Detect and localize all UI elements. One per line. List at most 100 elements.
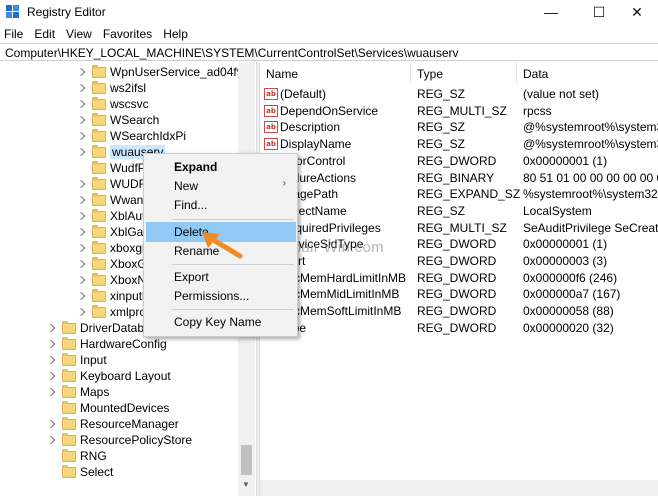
folder-icon	[62, 432, 76, 446]
value-row[interactable]: abRequiredPrivilegesREG_MULTI_SZSeAuditP…	[260, 220, 658, 237]
menu-item-permissions[interactable]: Permissions...	[146, 286, 296, 306]
folder-icon	[92, 160, 106, 174]
chevron-right-icon[interactable]	[78, 212, 86, 220]
menu-view[interactable]: View	[62, 25, 99, 43]
maximize-button[interactable]: ☐	[578, 0, 620, 24]
tree-item[interactable]: MountedDevices	[62, 400, 169, 416]
chevron-right-icon[interactable]	[48, 324, 56, 332]
tree-item[interactable]: ws2ifsl	[78, 80, 146, 96]
chevron-right-icon[interactable]	[78, 276, 86, 284]
tree-item[interactable]: Select	[62, 464, 113, 480]
values-list: Name Type Data ab (Default) REG_SZ (value n…	[260, 62, 658, 496]
value-type: REG_DWORD	[417, 304, 497, 319]
chevron-right-icon[interactable]	[78, 148, 86, 156]
value-row[interactable]: 011SvcMemSoftLimitInMBREG_DWORD0x0000005…	[260, 303, 658, 320]
chevron-right-icon[interactable]	[78, 100, 86, 108]
menu-edit[interactable]: Edit	[30, 25, 62, 43]
value-name: SvcMemHardLimitInMB	[280, 270, 407, 285]
tree-item[interactable]: RNG	[62, 448, 107, 464]
tree-item-label: Maps	[80, 385, 110, 399]
chevron-right-icon[interactable]	[78, 292, 86, 300]
tree-item[interactable]: Maps	[48, 384, 109, 400]
tree-item[interactable]: wscsvc	[78, 96, 149, 112]
menu-item-export[interactable]: Export	[146, 267, 296, 287]
menu-favorites[interactable]: Favorites	[99, 25, 159, 43]
chevron-right-icon[interactable]	[48, 340, 56, 348]
menu-item-expand[interactable]: Expand	[146, 157, 296, 177]
value-row[interactable]: ab (Default) REG_SZ (value not set)	[260, 86, 658, 103]
chevron-right-icon[interactable]	[78, 132, 86, 140]
tree-item[interactable]: ResourceManager	[48, 416, 179, 432]
value-row[interactable]: 011ErrorControlREG_DWORD0x00000001 (1)	[260, 153, 658, 170]
address-bar[interactable]: Computer\HKEY_LOCAL_MACHINE\SYSTEM\Curre…	[0, 43, 658, 61]
value-row[interactable]: abObjectNameREG_SZLocalSystem	[260, 203, 658, 220]
folder-icon	[92, 224, 106, 238]
chevron-right-icon[interactable]	[48, 420, 56, 428]
tree-item[interactable]: WpnUserService_ad04f9	[78, 64, 243, 80]
minimize-button[interactable]: —	[530, 0, 572, 24]
chevron-right-icon[interactable]	[78, 180, 86, 188]
tree-item[interactable]: xmlprov	[78, 304, 152, 320]
tree-item[interactable]: WSearchIdxPi	[78, 128, 186, 144]
chevron-right-icon[interactable]	[48, 372, 56, 380]
chevron-right-icon[interactable]	[48, 436, 56, 444]
value-data: 0x00000001 (1)	[523, 237, 608, 252]
value-name: SvcMemSoftLimitInMB	[280, 304, 402, 319]
registry-editor-icon	[6, 5, 19, 18]
tree-item-label: MountedDevices	[80, 401, 170, 415]
value-row[interactable]: 011FailureActionsREG_BINARY80 51 01 00 0…	[260, 170, 658, 187]
chevron-right-icon[interactable]	[78, 244, 86, 252]
menu-item-copy-key-name[interactable]: Copy Key Name	[146, 312, 296, 332]
value-row[interactable]: 011SvcMemMidLimitInMBREG_DWORD0x000000a7…	[260, 286, 658, 303]
close-button[interactable]: ✕	[616, 0, 658, 24]
tree-item-label: ws2ifsl	[110, 81, 147, 95]
value-data: 0x00000058 (88)	[523, 304, 614, 319]
folder-icon	[92, 304, 106, 318]
chevron-right-icon[interactable]	[48, 356, 56, 364]
value-name: (Default)	[280, 87, 327, 101]
value-data: 0x00000001 (1)	[523, 153, 608, 168]
scroll-down-icon[interactable]: ▼	[242, 480, 250, 489]
tree-item[interactable]: WSearch	[78, 112, 159, 128]
title-bar: Registry Editor — ☐ ✕	[0, 0, 658, 24]
chevron-right-icon[interactable]	[78, 84, 86, 92]
column-header-name[interactable]: Name	[260, 62, 411, 84]
column-header-type[interactable]: Type	[411, 62, 517, 84]
tree-item[interactable]: Keyboard Layout	[48, 368, 171, 384]
value-data: SeAuditPrivilege SeCreateGlo	[523, 220, 658, 235]
chevron-right-icon[interactable]	[78, 116, 86, 124]
column-header-data[interactable]: Data	[517, 62, 658, 84]
value-row[interactable]: 011TypeREG_DWORD0x00000020 (32)	[260, 320, 658, 337]
tree-item[interactable]: Input	[48, 352, 107, 368]
value-type: REG_SZ	[417, 203, 466, 218]
tree-item-label: ResourceManager	[80, 417, 179, 431]
chevron-right-icon[interactable]	[48, 388, 56, 396]
value-row[interactable]: 011SvcMemHardLimitInMBREG_DWORD0x000000f…	[260, 270, 658, 287]
menu-file[interactable]: File	[0, 25, 30, 43]
chevron-right-icon[interactable]	[78, 260, 86, 268]
scrollbar-thumb[interactable]	[241, 445, 252, 475]
value-row[interactable]: abDisplayName REG_SZ @%systemroot%\system3…	[260, 136, 658, 153]
tree-item[interactable]: xboxgip	[78, 240, 151, 256]
menu-item-find[interactable]: Find...	[146, 195, 296, 215]
value-row[interactable]: abDescription REG_SZ @%systemroot%\system3…	[260, 119, 658, 136]
tree-item[interactable]: HardwareConfig	[48, 336, 167, 352]
menu-help[interactable]: Help	[159, 25, 195, 43]
chevron-right-icon[interactable]	[78, 68, 86, 76]
values-horizontal-scrollbar[interactable]	[260, 480, 658, 496]
chevron-right-icon[interactable]	[78, 308, 86, 316]
chevron-right-icon[interactable]	[78, 228, 86, 236]
chevron-right-icon[interactable]	[78, 196, 86, 204]
tree-item[interactable]: ResourcePolicyStore	[48, 432, 192, 448]
value-row[interactable]: abImagePathREG_EXPAND_SZ%systemroot%\sys…	[260, 186, 658, 203]
tree-item[interactable]: WudfPf	[92, 160, 149, 176]
tree-item-label: WSearchIdxPi	[110, 129, 187, 143]
folder-icon	[92, 96, 106, 110]
submenu-arrow-icon: ›	[282, 178, 286, 189]
folder-icon	[62, 336, 76, 350]
value-data: %systemroot%\system32\svc	[523, 187, 658, 202]
tree-item-label: wscsvc	[110, 97, 149, 111]
folder-icon	[62, 384, 76, 398]
value-row[interactable]: ab DependOnService REG_MULTI_SZ rpcss	[260, 103, 658, 120]
menu-item-new[interactable]: New ›	[146, 176, 296, 196]
